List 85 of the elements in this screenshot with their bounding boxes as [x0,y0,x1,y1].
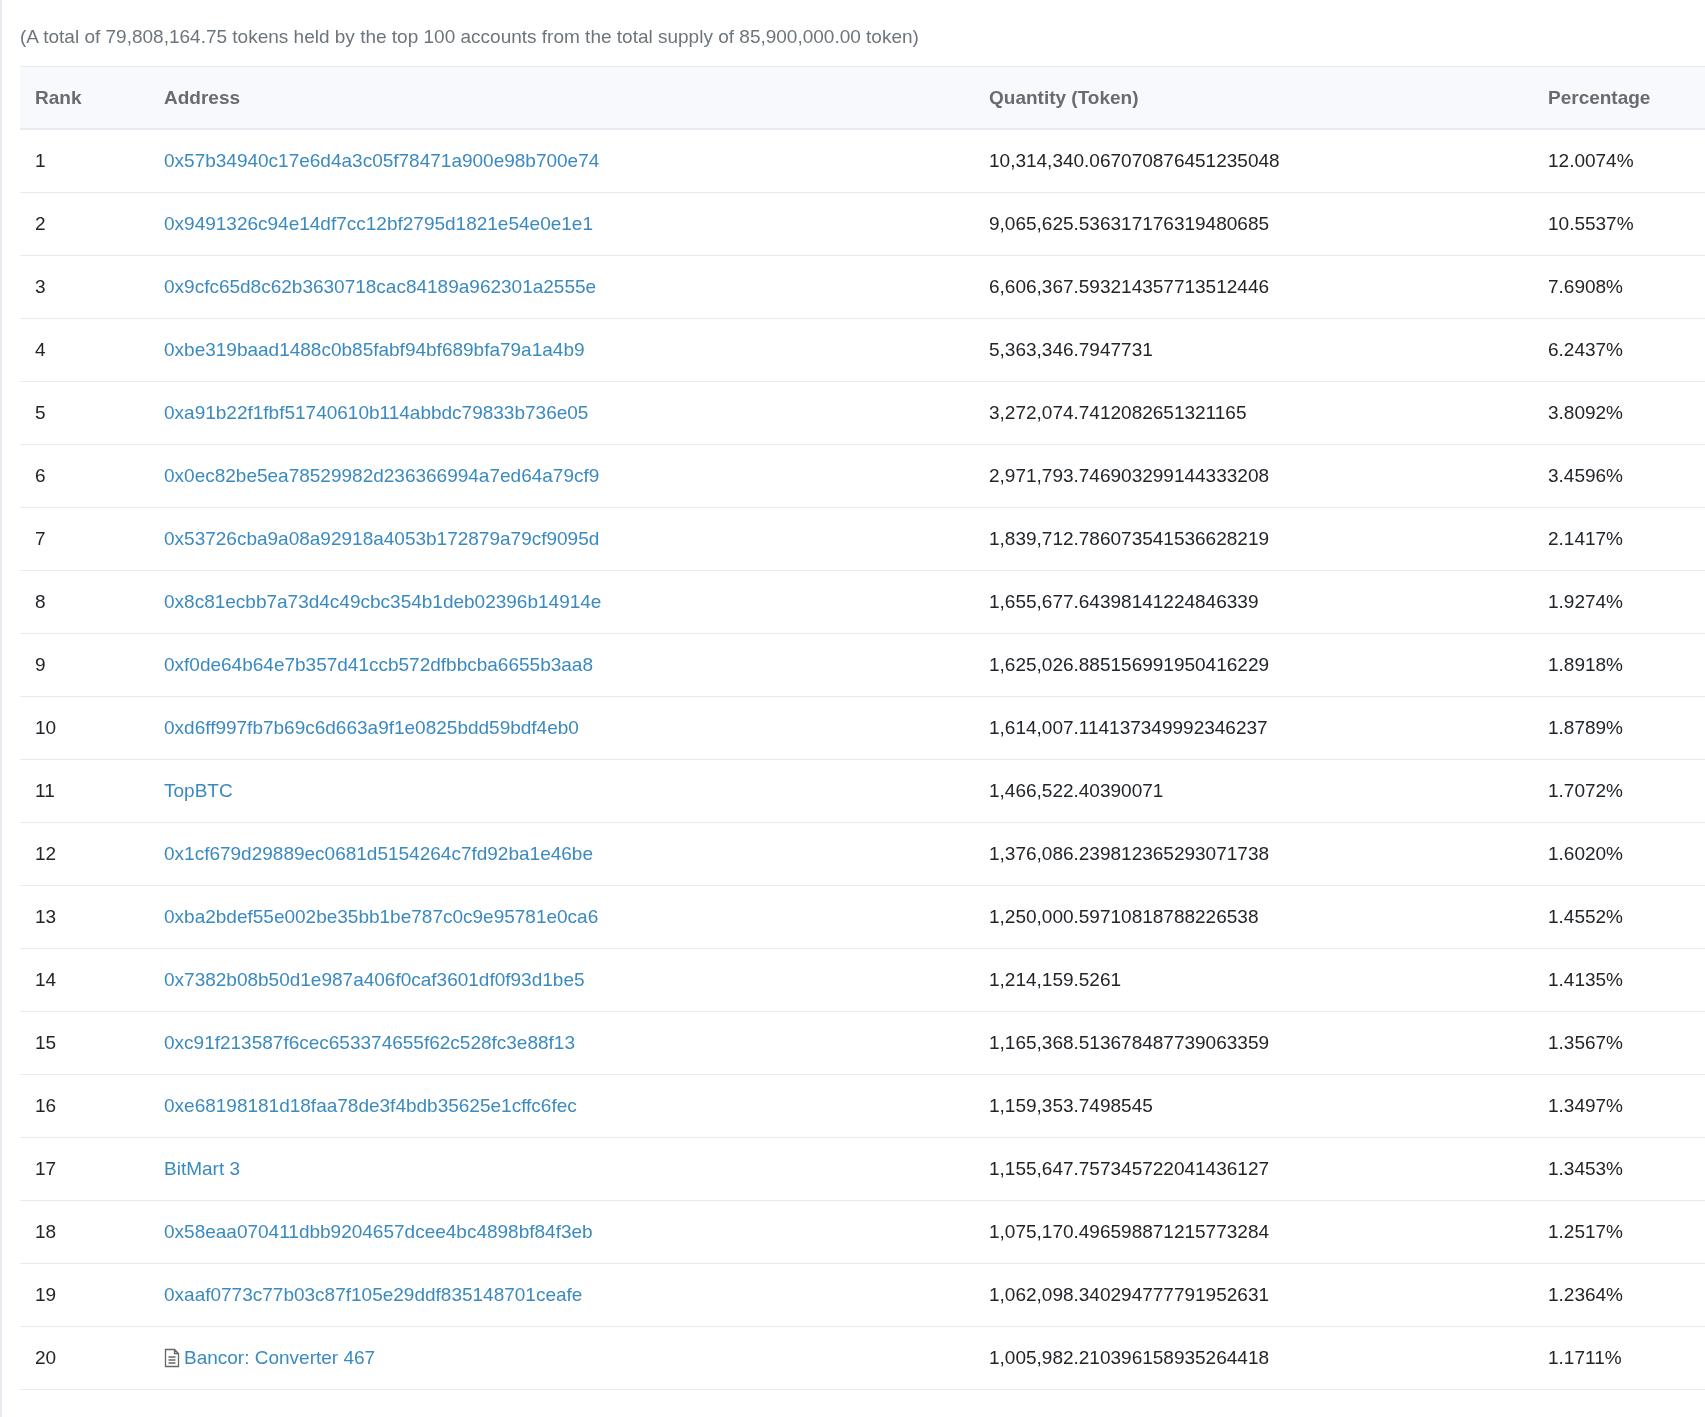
summary-text: (A total of 79,808,164.75 tokens held by the top 100 accounts from the total supply of 85,900,000.00 token) [20,25,920,49]
column-header: Quantity (Token) [988,86,1140,109]
percentage-cell-text: 1.2364% [1547,1284,1624,1306]
percentage-cell-text: 3.8092% [1547,402,1624,424]
rank-cell-text: 9 [34,654,47,676]
address-link[interactable]: 0xba2bdef55e002be35bb1be787c0c9e95781e0ca6 [164,906,599,928]
rank-cell-text: 5 [34,402,47,424]
quantity-cell-text: 1,250,000.59710818788226538 [988,906,1260,928]
rank-cell-text: 18 [34,1221,58,1243]
rank-cell-text: 3 [34,276,47,298]
percentage-cell-text: 1.3453% [1547,1158,1624,1180]
rank-cell-text: 19 [34,1284,58,1306]
address-link[interactable]: BitMart 3 [164,1158,241,1180]
percentage-cell-text: 1.2517% [1547,1221,1624,1243]
quantity-cell-text: 1,165,368.513678487739063359 [988,1032,1270,1054]
address-link[interactable]: 0x0ec82be5ea78529982d236366994a7ed64a79cf9 [164,465,600,487]
quantity-cell-text: 1,376,086.239812365293071738 [988,843,1270,865]
percentage-cell-text: 1.3567% [1547,1032,1624,1054]
percentage-cell-text: 1.7072% [1547,780,1624,802]
quantity-cell-text: 3,272,074.7412082651321165 [988,402,1248,424]
percentage-cell-text: 1.3497% [1547,1095,1624,1117]
rank-cell-text: 6 [34,465,47,487]
column-header: Address [163,86,242,109]
quantity-cell-text: 1,005,982.210396158935264418 [988,1347,1270,1369]
rank-cell-text: 15 [34,1032,58,1054]
address-link[interactable]: 0xd6ff997fb7b69c6d663a9f1e0825bdd59bdf4eb0 [164,717,579,739]
rank-cell-text: 16 [34,1095,58,1117]
address-link[interactable]: 0x9cfc65d8c62b3630718cac84189a962301a2555e [164,276,597,298]
rank-cell-text: 14 [34,969,58,991]
rank-cell-text: 7 [34,528,47,550]
rank-cell-text: 17 [34,1158,58,1180]
percentage-cell-text: 1.4552% [1547,906,1624,928]
quantity-cell-text: 5,363,346.7947731 [988,339,1154,361]
address-link[interactable]: 0x7382b08b50d1e987a406f0caf3601df0f93d1be5 [164,969,585,991]
address-link[interactable]: 0x9491326c94e14df7cc12bf2795d1821e54e0e1e1 [164,213,593,235]
percentage-cell-text: 1.9274% [1547,591,1624,613]
address-link[interactable]: 0x57b34940c17e6d4a3c05f78471a900e98b700e74 [164,150,600,172]
quantity-cell-text: 1,075,170.496598871215773284 [988,1221,1270,1243]
rank-cell-text: 1 [34,150,47,172]
percentage-cell-text: 10.5537% [1547,213,1635,235]
address-link[interactable]: 0x58eaa070411dbb9204657dcee4bc4898bf84f3eb [164,1221,593,1243]
quantity-cell-text: 1,839,712.786073541536628219 [988,528,1270,550]
address-link[interactable]: Bancor: Converter 467 [184,1347,376,1369]
address-link[interactable]: TopBTC [164,780,233,802]
rank-cell-text: 12 [34,843,58,865]
percentage-cell-text: 1.1711% [1547,1347,1623,1369]
rank-cell-text: 10 [34,717,58,739]
address-link[interactable]: 0xbe319baad1488c0b85fabf94bf689bfa79a1a4b9 [164,339,585,361]
quantity-cell-text: 10,314,340.067070876451235048 [988,150,1281,172]
address-link[interactable]: 0xf0de64b64e7b357d41ccb572dfbbcba6655b3aa8 [164,654,593,676]
column-header: Rank [34,86,83,109]
quantity-cell-text: 1,614,007.114137349992346237 [988,717,1269,739]
address-link[interactable]: 0x8c81ecbb7a73d4c49cbc354b1deb02396b14914e [164,591,602,613]
quantity-cell-text: 1,155,647.757345722041436127 [988,1158,1270,1180]
rank-cell-text: 8 [34,591,47,613]
quantity-cell-text: 1,655,677.64398141224846339 [988,591,1260,613]
column-header: Percentage [1547,86,1652,109]
quantity-cell-text: 1,062,098.340294777791952631 [988,1284,1270,1306]
rank-cell-text: 11 [34,780,56,802]
quantity-cell-text: 1,625,026.885156991950416229 [988,654,1270,676]
rank-cell-text: 13 [34,906,58,928]
quantity-cell-text: 1,159,353.7498545 [988,1095,1154,1117]
percentage-cell-text: 2.1417% [1547,528,1624,550]
quantity-cell-text: 1,214,159.5261 [988,969,1123,991]
rank-cell-text: 2 [34,213,47,235]
rank-cell-text: 4 [34,339,47,361]
percentage-cell-text: 7.6908% [1547,276,1624,298]
address-link[interactable]: 0xa91b22f1fbf51740610b114abbdc79833b736e05 [164,402,589,424]
quantity-cell-text: 1,466,522.40390071 [988,780,1165,802]
quantity-cell-text: 9,065,625.536317176319480685 [988,213,1270,235]
percentage-cell-text: 12.0074% [1547,150,1635,172]
address-link[interactable]: 0xaaf0773c77b03c87f105e29ddf835148701ceafe [164,1284,583,1306]
percentage-cell-text: 3.4596% [1547,465,1624,487]
address-link[interactable]: 0xc91f213587f6cec653374655f62c528fc3e88f13 [164,1032,575,1054]
address-link[interactable]: 0x1cf679d29889ec0681d5154264c7fd92ba1e46be [164,843,593,865]
percentage-cell-text: 1.4135% [1547,969,1624,991]
percentage-cell-text: 1.8789% [1547,717,1624,739]
address-link[interactable]: 0xe68198181d18faa78de3f4bdb35625e1cffc6fec [164,1095,577,1117]
rank-cell-text: 20 [34,1347,58,1369]
percentage-cell-text: 6.2437% [1547,339,1624,361]
quantity-cell-text: 2,971,793.746903299144333208 [988,465,1270,487]
quantity-cell-text: 6,606,367.593214357713512446 [988,276,1270,298]
percentage-cell-text: 1.6020% [1547,843,1624,865]
percentage-cell-text: 1.8918% [1547,654,1624,676]
address-link[interactable]: 0x53726cba9a08a92918a4053b172879a79cf9095d [164,528,600,550]
